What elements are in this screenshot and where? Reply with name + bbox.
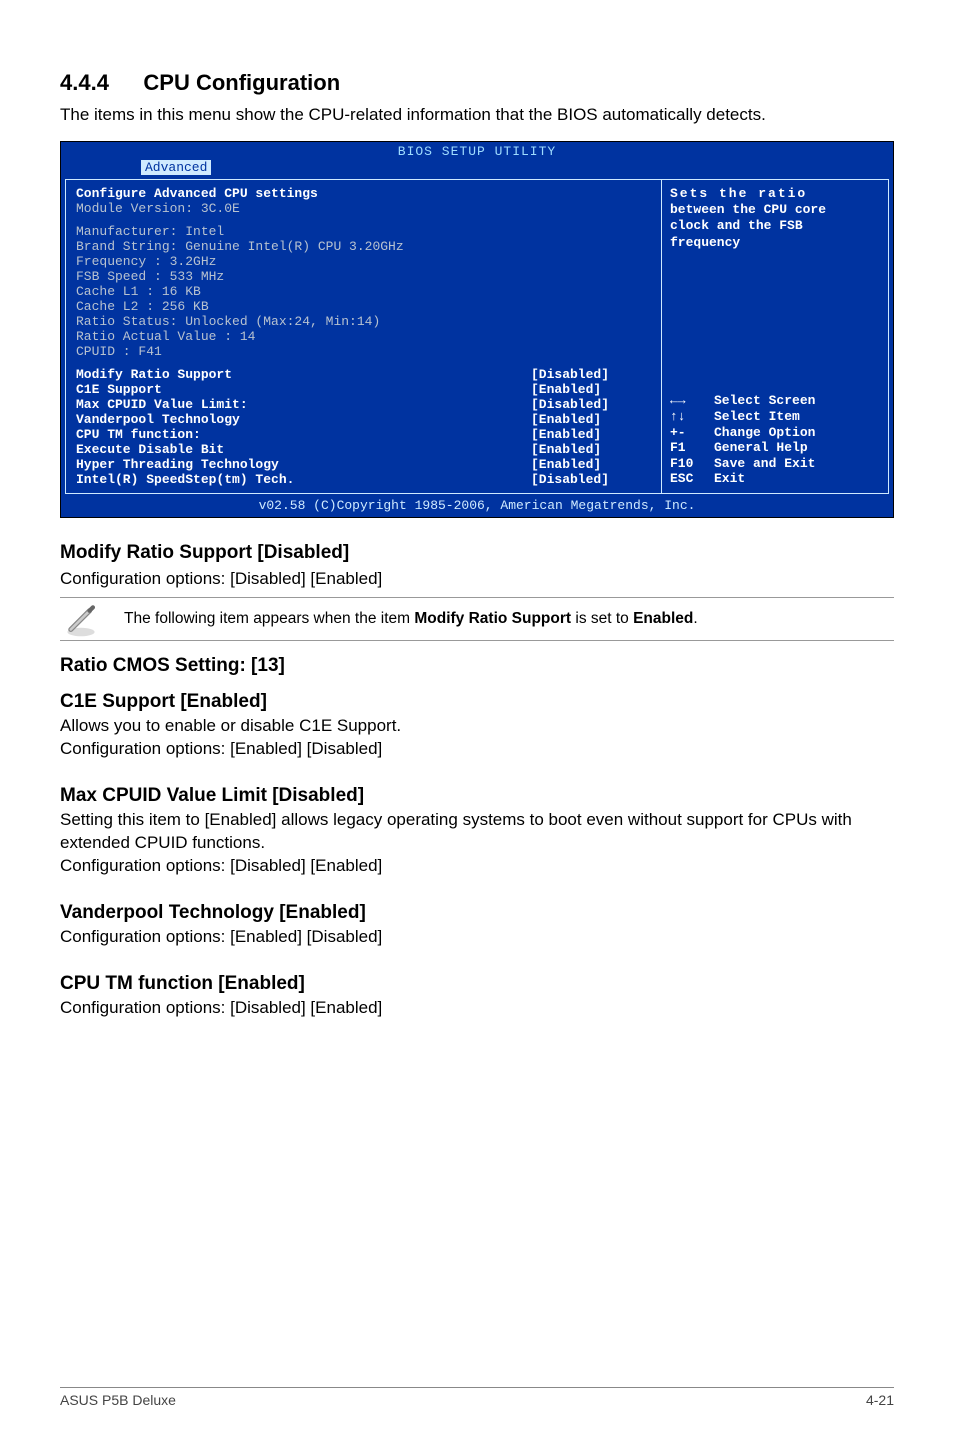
bios-setting-row[interactable]: CPU TM function:[Enabled] [76, 427, 651, 442]
bios-tab-advanced[interactable]: Advanced [141, 160, 211, 175]
heading-cpu-tm: CPU TM function [Enabled] [60, 973, 894, 995]
bios-setting-row[interactable]: C1E Support[Enabled] [76, 382, 651, 397]
bios-screenshot: BIOS SETUP UTILITY Advanced Configure Ad… [60, 141, 894, 518]
heading-modify-ratio: Modify Ratio Support [Disabled] [60, 542, 894, 564]
bios-info: Manufacturer: Intel Brand String: Genuin… [76, 224, 651, 359]
bios-header2: Module Version: 3C.0E [76, 201, 651, 216]
bios-key-help: ←→Select Screen ↑↓Select Item +-Change O… [670, 393, 880, 487]
bios-footer: v02.58 (C)Copyright 1985-2006, American … [61, 496, 893, 517]
bios-setting-row[interactable]: Intel(R) SpeedStep(tm) Tech.[Disabled] [76, 472, 651, 487]
bios-setting-row[interactable]: Hyper Threading Technology[Enabled] [76, 457, 651, 472]
heading-vanderpool: Vanderpool Technology [Enabled] [60, 902, 894, 924]
note-box: The following item appears when the item… [60, 597, 894, 641]
text-max-cpuid: Setting this item to [Enabled] allows le… [60, 809, 894, 878]
arrow-lr-icon: ←→ [670, 393, 714, 409]
bios-setting-row[interactable]: Execute Disable Bit[Enabled] [76, 442, 651, 457]
text-vanderpool: Configuration options: [Enabled] [Disabl… [60, 926, 894, 949]
heading-max-cpuid: Max CPUID Value Limit [Disabled] [60, 785, 894, 807]
text-cpu-tm: Configuration options: [Disabled] [Enabl… [60, 997, 894, 1020]
note-text: The following item appears when the item… [124, 609, 698, 629]
text-modify-ratio: Configuration options: [Disabled] [Enabl… [60, 568, 894, 591]
footer-right: 4-21 [866, 1392, 894, 1408]
section-title: CPU Configuration [143, 70, 340, 95]
bios-setting-row[interactable]: Modify Ratio Support[Disabled] [76, 367, 651, 382]
bios-settings: Modify Ratio Support[Disabled] C1E Suppo… [76, 367, 651, 487]
bios-setting-row[interactable]: Max CPUID Value Limit:[Disabled] [76, 397, 651, 412]
heading-ratio-cmos: Ratio CMOS Setting: [13] [60, 655, 894, 677]
heading-c1e: C1E Support [Enabled] [60, 691, 894, 713]
page-footer: ASUS P5B Deluxe 4-21 [60, 1387, 894, 1408]
footer-left: ASUS P5B Deluxe [60, 1392, 176, 1408]
bios-setting-row[interactable]: Vanderpool Technology[Enabled] [76, 412, 651, 427]
note-icon [64, 604, 94, 634]
intro-paragraph: The items in this menu show the CPU-rela… [60, 104, 894, 127]
bios-header1: Configure Advanced CPU settings [76, 186, 651, 201]
text-c1e: Allows you to enable or disable C1E Supp… [60, 715, 894, 761]
arrow-ud-icon: ↑↓ [670, 409, 714, 425]
bios-title: BIOS SETUP UTILITY [61, 142, 893, 160]
section-header: 4.4.4 CPU Configuration [60, 70, 894, 96]
bios-help: Sets the ratio between the CPU core cloc… [670, 186, 880, 251]
section-number: 4.4.4 [60, 70, 109, 95]
